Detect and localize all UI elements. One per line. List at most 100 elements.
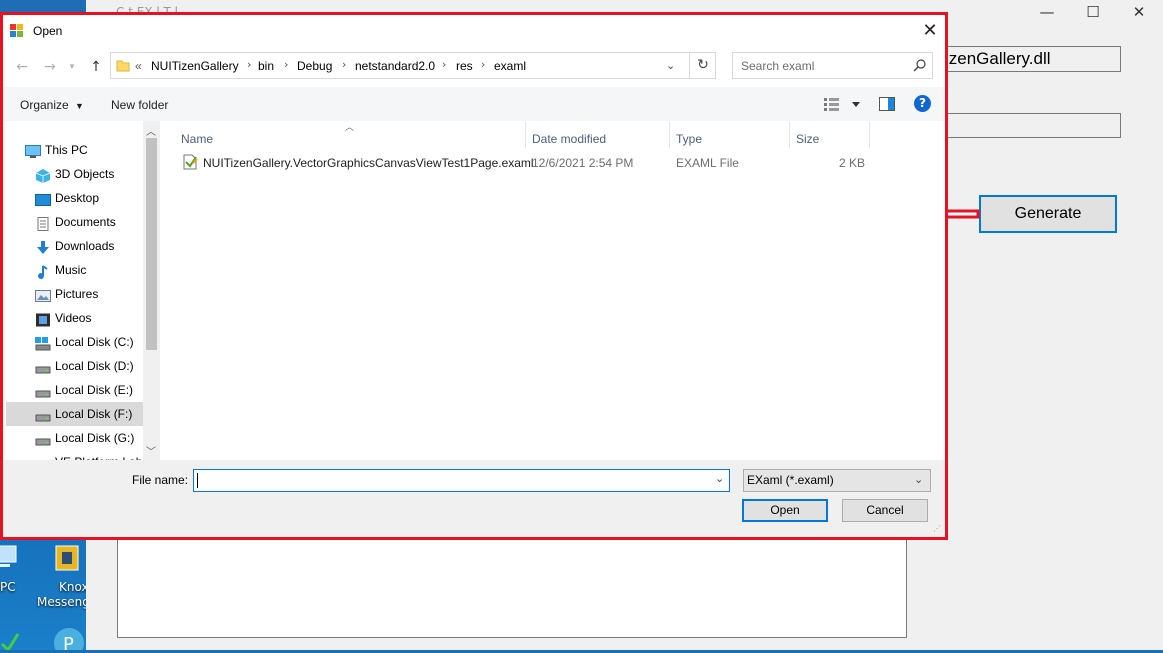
resize-grip-icon[interactable]: ⋰ [933, 524, 941, 533]
column-divider[interactable] [525, 122, 526, 148]
nav-item-label: Local Disk (D:) [55, 359, 134, 373]
navigation-scrollbar[interactable]: ︿ ﹀ [143, 121, 160, 460]
view-options-icon[interactable] [824, 97, 864, 114]
column-header-size[interactable]: Size [796, 132, 819, 146]
breadcrumb-item[interactable]: bin [258, 59, 274, 73]
scroll-down-icon[interactable]: ﹀ [146, 443, 156, 458]
nav-item-label: Local Disk (E:) [55, 383, 134, 397]
breadcrumb-separator-icon[interactable]: › [442, 58, 446, 71]
dll-path-text: izenGallery.dll [945, 49, 1051, 68]
drive-icon [35, 407, 51, 422]
drive-icon [35, 383, 51, 398]
file-type-dropdown-icon[interactable]: ⌄ [914, 470, 923, 491]
column-header-type[interactable]: Type [676, 132, 702, 146]
preview-pane-icon[interactable] [879, 97, 895, 114]
nav-item-videos[interactable]: Videos [35, 306, 140, 330]
new-folder-button[interactable]: New folder [111, 98, 168, 112]
knox-messenger-icon[interactable] [54, 544, 80, 574]
dialog-footer: File name: ⌄ EXaml (*.examl) ⌄ Open Canc… [3, 460, 945, 537]
nav-item-ve-platform-lab[interactable]: VE Platform Lab [35, 450, 142, 460]
column-divider[interactable] [669, 122, 670, 148]
address-bar[interactable]: « NUITizenGallery › bin › Debug › netsta… [110, 52, 716, 79]
scrollbar-thumb[interactable] [146, 138, 157, 350]
pictures-icon [35, 287, 51, 302]
nav-item-local-disk-f-selected[interactable]: Local Disk (F:) [6, 402, 143, 426]
drive-icon [35, 359, 51, 374]
scroll-up-icon[interactable]: ︿ [146, 123, 156, 138]
breadcrumb-item[interactable]: res [456, 59, 473, 73]
nav-item-desktop[interactable]: Desktop [35, 186, 140, 210]
search-box[interactable]: Search examl [732, 52, 933, 79]
nav-item-local-disk-d[interactable]: Local Disk (D:) [35, 354, 140, 378]
videos-icon [35, 311, 51, 327]
back-arrow-icon[interactable]: ← [11, 57, 33, 77]
close-button[interactable]: ✕ [1116, 0, 1162, 24]
sort-ascending-icon: ︿ [345, 123, 355, 133]
search-icon[interactable] [913, 58, 927, 75]
nav-item-3d-objects[interactable]: 3D Objects [35, 162, 140, 186]
drive-icon [35, 431, 51, 446]
dialog-title: Open [33, 24, 63, 38]
examl-file-icon [182, 154, 198, 173]
nav-item-label: Documents [55, 215, 116, 229]
file-name-cell: NUITizenGallery.VectorGraphicsCanvasView… [203, 156, 534, 170]
breadcrumb-separator-icon[interactable]: › [284, 58, 288, 71]
generate-button[interactable]: Generate [979, 195, 1117, 233]
nav-item-pictures[interactable]: Pictures [35, 282, 140, 306]
nav-item-label: Desktop [55, 191, 100, 205]
refresh-icon[interactable]: ↻ [689, 53, 716, 78]
nav-item-label: Local Disk (F:) [55, 407, 133, 421]
breadcrumb-separator-icon[interactable]: › [342, 58, 346, 71]
help-icon[interactable]: ? [914, 95, 931, 112]
nav-item-label: Local Disk (C:) [55, 335, 134, 349]
text-cursor [197, 473, 198, 488]
minimize-button[interactable]: — [1024, 0, 1070, 24]
table-row[interactable]: NUITizenGallery.VectorGraphicsCanvasView… [175, 151, 875, 173]
file-list[interactable]: ︿ Name Date modified Type Size NUITizenG… [160, 121, 945, 460]
file-name-input[interactable]: ⌄ [193, 469, 730, 492]
maximize-button[interactable]: ☐ [1070, 0, 1116, 24]
pc-desktop-icon[interactable] [0, 540, 20, 570]
organize-label: Organize [20, 98, 69, 112]
nav-item-local-disk-c[interactable]: Local Disk (C:) [35, 330, 140, 354]
app-shortcut-icon[interactable]: P [52, 626, 86, 653]
breadcrumb-separator-icon[interactable]: › [481, 58, 485, 71]
navigation-pane[interactable]: This PC 3D Objects Desktop Documents Dow… [3, 121, 160, 460]
nav-item-label: This PC [45, 143, 88, 157]
nav-item-music[interactable]: Music [35, 258, 140, 282]
dialog-close-button[interactable]: ✕ [915, 16, 945, 46]
chevron-down-icon[interactable]: ▾ [61, 57, 83, 77]
file-name-label: File name: [132, 473, 189, 487]
column-divider[interactable] [789, 122, 790, 148]
organize-button[interactable]: Organize ▼ [20, 98, 84, 112]
open-file-dialog: Open ✕ ← → ▾ ↑ « NUITizenGallery › bin ›… [0, 12, 948, 540]
file-name-dropdown-icon[interactable]: ⌄ [715, 472, 724, 485]
nav-item-this-pc[interactable]: This PC [25, 138, 140, 162]
file-type-select[interactable]: EXaml (*.examl) ⌄ [743, 469, 931, 492]
breadcrumb-separator-icon[interactable]: › [247, 58, 251, 71]
column-header-name[interactable]: Name [181, 132, 213, 146]
breadcrumb-item[interactable]: netstandard2.0 [355, 59, 435, 73]
cancel-button[interactable]: Cancel [842, 499, 928, 522]
breadcrumb-overflow[interactable]: « [135, 59, 142, 73]
svg-text:P: P [63, 634, 74, 650]
address-dropdown-chevron-icon[interactable]: ⌄ [666, 59, 675, 72]
desktop-icon-label: Messeng [37, 595, 90, 609]
nav-item-local-disk-e[interactable]: Local Disk (E:) [35, 378, 140, 402]
column-header-date-modified[interactable]: Date modified [532, 132, 606, 146]
nav-item-downloads[interactable]: Downloads [35, 234, 140, 258]
music-icon [35, 263, 51, 279]
nav-item-documents[interactable]: Documents [35, 210, 140, 234]
forward-arrow-icon[interactable]: → [39, 57, 61, 77]
desktop-icon-label: PC [0, 580, 16, 594]
output-text-area[interactable] [117, 530, 907, 638]
nav-item-local-disk-g[interactable]: Local Disk (G:) [35, 426, 140, 450]
pc-icon [25, 143, 41, 158]
open-button[interactable]: Open [742, 499, 828, 522]
breadcrumb-item[interactable]: NUITizenGallery [151, 59, 239, 73]
breadcrumb-item[interactable]: Debug [297, 59, 332, 73]
column-divider[interactable] [869, 122, 870, 148]
file-type-cell: EXAML File [676, 156, 739, 170]
up-arrow-icon[interactable]: ↑ [85, 57, 107, 77]
breadcrumb-item[interactable]: examl [494, 59, 526, 73]
